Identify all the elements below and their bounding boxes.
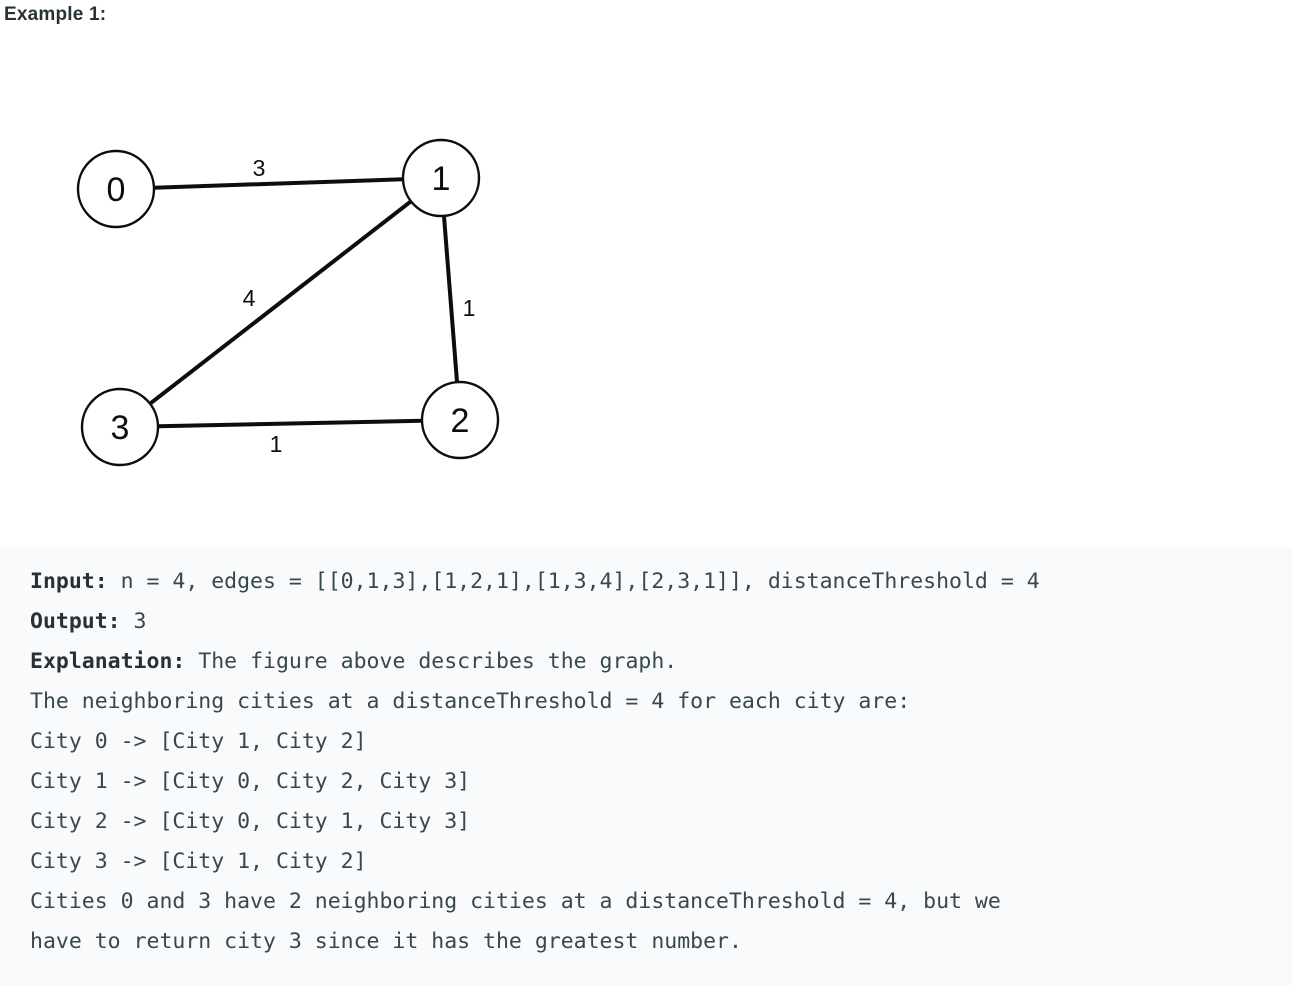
code-line-text: Cities 0 and 3 have 2 neighboring cities… bbox=[30, 889, 1001, 914]
graph-node-label: 3 bbox=[111, 409, 130, 447]
graph-edge-weight-label: 3 bbox=[253, 155, 266, 181]
code-line: Output: 3 bbox=[30, 602, 1292, 642]
graph-figure: 0 1 2 3 3 1 4 1 bbox=[0, 60, 1292, 530]
graph-edge-weight-label: 1 bbox=[463, 295, 476, 321]
graph-node-label: 0 bbox=[107, 171, 126, 209]
graph-svg: 0 1 2 3 3 1 4 1 bbox=[76, 138, 500, 467]
code-line: Explanation: The figure above describes … bbox=[30, 642, 1292, 682]
code-line-text: City 1 -> [City 0, City 2, City 3] bbox=[30, 769, 471, 794]
code-line: Input: n = 4, edges = [[0,1,3],[1,2,1],[… bbox=[30, 562, 1292, 602]
code-line-text: City 0 -> [City 1, City 2] bbox=[30, 729, 367, 754]
graph-edge-weight-label: 4 bbox=[243, 285, 256, 311]
graph-edge bbox=[153, 177, 404, 190]
graph-node-label: 2 bbox=[451, 402, 470, 440]
example-page: Example 1: 0 1 2 3 3 1 4 1 Input: n = 4, edges… bbox=[0, 0, 1292, 986]
code-line-text: n = 4, edges = [[0,1,3],[1,2,1],[1,3,4],… bbox=[107, 569, 1040, 594]
graph-edges bbox=[148, 177, 460, 429]
code-line-label: Output: bbox=[30, 609, 121, 634]
graph-node-label: 1 bbox=[432, 160, 451, 198]
graph-edge bbox=[441, 215, 460, 383]
code-line: have to return city 3 since it has the g… bbox=[30, 922, 1292, 962]
code-line-text: have to return city 3 since it has the g… bbox=[30, 929, 742, 954]
page-title: Example 1: bbox=[4, 4, 107, 25]
code-line: The neighboring cities at a distanceThre… bbox=[30, 682, 1292, 722]
code-line-text: 3 bbox=[120, 609, 147, 634]
graph-edge bbox=[148, 199, 413, 406]
code-line-label: Input: bbox=[30, 569, 108, 594]
code-line: City 0 -> [City 1, City 2] bbox=[30, 722, 1292, 762]
code-line: City 3 -> [City 1, City 2] bbox=[30, 842, 1292, 882]
code-line-text: The figure above describes the graph. bbox=[185, 649, 678, 674]
graph-nodes: 0 1 2 3 bbox=[76, 138, 500, 467]
code-line-text: City 3 -> [City 1, City 2] bbox=[30, 849, 367, 874]
code-line-text: City 2 -> [City 0, City 1, City 3] bbox=[30, 809, 471, 834]
code-line: City 2 -> [City 0, City 1, City 3] bbox=[30, 802, 1292, 842]
code-lines: Input: n = 4, edges = [[0,1,3],[1,2,1],[… bbox=[30, 562, 1292, 962]
graph-edge bbox=[157, 418, 423, 429]
code-line-label: Explanation: bbox=[30, 649, 186, 674]
code-line: City 1 -> [City 0, City 2, City 3] bbox=[30, 762, 1292, 802]
graph-edge-weight-label: 1 bbox=[270, 431, 283, 457]
example-code-block: Input: n = 4, edges = [[0,1,3],[1,2,1],[… bbox=[0, 548, 1292, 986]
code-line: Cities 0 and 3 have 2 neighboring cities… bbox=[30, 882, 1292, 922]
code-line-text: The neighboring cities at a distanceThre… bbox=[30, 689, 911, 714]
